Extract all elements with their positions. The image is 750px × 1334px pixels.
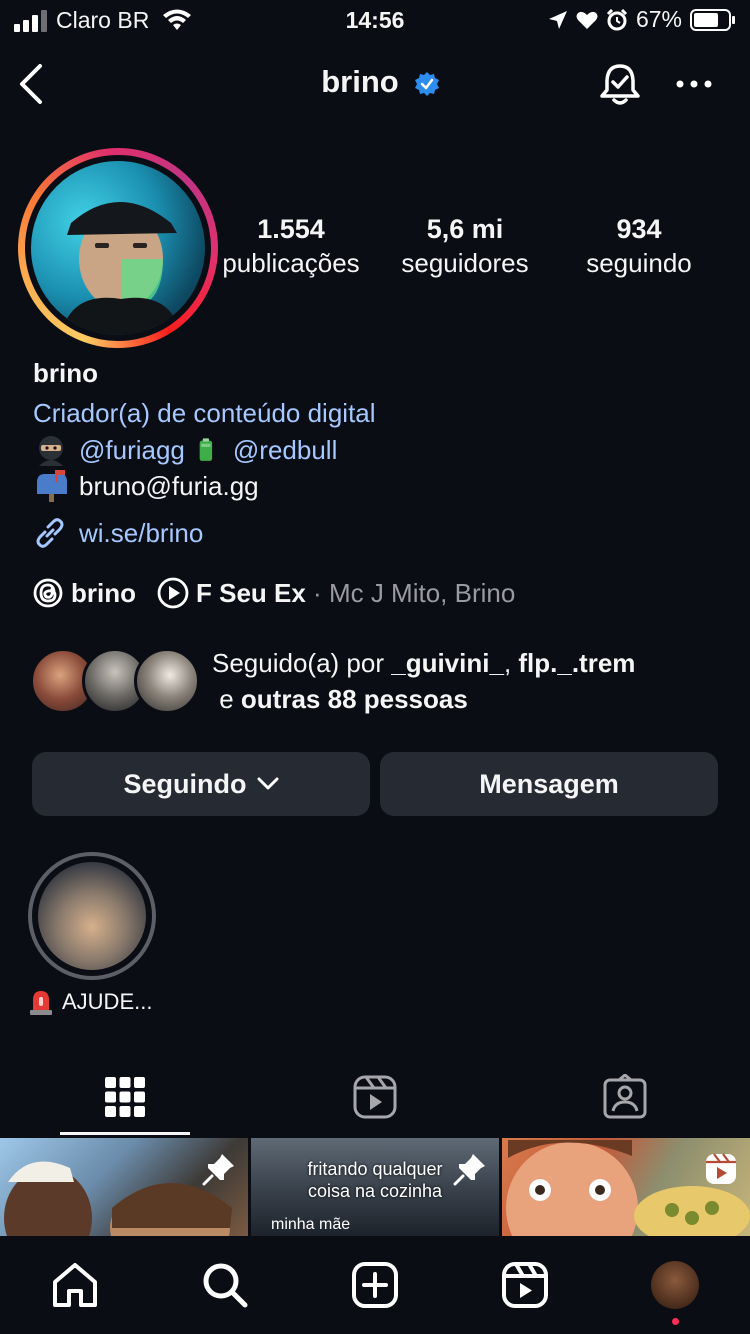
bell-icon[interactable] [598,60,642,108]
mention-furiagg[interactable]: @furiagg [79,435,185,466]
stat-posts[interactable]: 1.554 publicações [210,212,372,280]
music-artists[interactable]: Mc J Mito, Brino [329,578,515,609]
more-icon[interactable] [674,74,714,94]
stat-following[interactable]: 934 seguindo [566,212,712,280]
reels-icon [502,1262,548,1308]
posts-count: 1.554 [257,214,325,244]
verified-icon [415,72,439,96]
heart-icon [576,11,598,29]
threads-music-row: brino F Seu Ex · Mc J Mito, Brino [33,576,515,610]
message-button-label: Mensagem [479,768,619,799]
bio-email-line: bruno@furia.gg [33,470,259,502]
status-right-group: 67% [548,6,736,33]
notification-dot [672,1318,679,1325]
post-thumbnail[interactable]: fritando qualquer coisa na cozinha minha… [251,1138,499,1236]
post-caption-bottom: minha mãe [271,1216,351,1233]
bio-category[interactable]: Criador(a) de conteúdo digital [33,398,376,429]
bottom-navigation [0,1236,750,1334]
active-tab-indicator [60,1132,190,1135]
tab-reels[interactable] [250,1062,500,1132]
nav-create[interactable] [350,1260,400,1310]
music-title[interactable]: F Seu Ex [196,578,306,609]
tagged-icon [603,1074,647,1119]
nav-profile[interactable] [650,1260,700,1310]
pin-icon [202,1154,234,1186]
followed-by-user2: flp._.trem [518,648,636,678]
profile-avatar[interactable] [18,148,218,348]
followed-by-user1: _guivini_ [391,648,504,678]
following-count: 934 [616,214,662,244]
search-icon [203,1263,248,1308]
followed-by-comma: , [503,648,519,678]
post-thumbnail[interactable] [502,1138,750,1236]
location-icon [548,10,567,29]
bio-display-name: brino [33,358,98,388]
play-icon[interactable] [156,576,190,610]
tab-posts-grid[interactable] [0,1062,250,1132]
followed-by-and: e [212,684,241,714]
highlight-label: AJUDE... [28,988,152,1016]
bio-mentions-line: @furiagg @redbull [33,434,337,466]
mutual-followers-avatars[interactable] [30,648,200,714]
story-highlight[interactable] [28,852,156,980]
posts-label: publicações [222,248,360,278]
bio-email[interactable]: bruno@furia.gg [79,471,259,502]
tab-tagged[interactable] [500,1062,750,1132]
followers-count: 5,6 mi [426,214,504,244]
followed-by-text[interactable]: Seguido(a) por _guivini_, flp._.trem e o… [212,645,722,717]
link-icon [36,518,64,548]
battery-emoji-icon [199,438,213,461]
battery-icon [690,8,735,31]
following-button-label: Seguindo [123,768,247,799]
music-separator: · [305,577,329,608]
highlight-title: AJUDE... [62,989,153,1014]
status-bar: Claro BR 14:56 67% [0,0,750,44]
bio-link-text: wi.se/brino [79,517,204,548]
nav-reels[interactable] [500,1260,550,1310]
followers-label: seguidores [401,248,529,278]
create-icon [352,1262,398,1308]
stat-followers[interactable]: 5,6 mi seguidores [386,212,544,280]
post-thumbnail[interactable] [0,1138,248,1236]
followed-by-prefix: Seguido(a) por [212,648,392,678]
threads-username[interactable]: brino [71,578,136,609]
message-button[interactable]: Mensagem [380,752,718,816]
highlight-cover [38,862,146,970]
alarm-icon [606,8,628,30]
bio-link[interactable]: wi.se/brino [33,516,203,550]
following-label: seguindo [586,248,692,278]
reels-icon [353,1075,397,1119]
following-button[interactable]: Seguindo [32,752,370,816]
reels-icon [706,1153,736,1184]
mutual-avatar [134,648,200,714]
pin-icon [453,1154,485,1186]
chevron-down-icon [257,777,278,790]
ninja-emoji-icon [39,436,63,466]
followed-by-others: outras 88 pessoas [240,684,468,714]
nav-search[interactable] [200,1260,250,1310]
home-icon [53,1263,97,1307]
profile-avatar-thumbnail [651,1261,699,1309]
battery-percent: 67% [635,6,682,32]
avatar-photo [31,161,205,335]
grid-icon [105,1077,145,1117]
mailbox-emoji-icon [37,470,67,502]
siren-emoji-icon [30,991,52,1015]
threads-icon[interactable] [33,578,63,608]
nav-home[interactable] [50,1260,100,1310]
mention-redbull[interactable]: @redbull [233,435,337,466]
